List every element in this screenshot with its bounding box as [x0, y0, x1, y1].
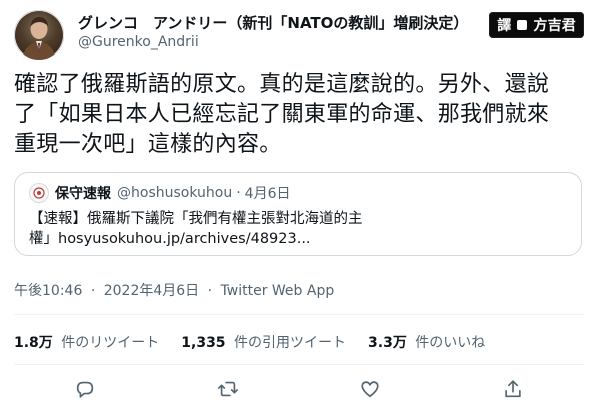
quoted-body-line: 權」hosyusokuhou.jp/archives/48923...: [29, 231, 311, 247]
like-button[interactable]: [353, 372, 387, 406]
retweet-icon: [217, 381, 238, 397]
tweet-time[interactable]: 午後10:46: [14, 283, 82, 299]
avatar-portrait-icon: [22, 17, 56, 60]
retweet-count[interactable]: 1.8万 件のリツイート: [14, 332, 159, 352]
divider: [14, 314, 584, 315]
tweet-text-line: 了「如果日本人已經忘記了關東軍的命運、那我們就來: [14, 102, 550, 127]
meta-separator: ·: [90, 283, 96, 299]
tweet-date[interactable]: 2022年4月6日: [104, 283, 199, 299]
quoted-avatar: [29, 183, 49, 203]
quote-count[interactable]: 1,335 件の引用ツイート: [181, 332, 346, 352]
tweet-text-line: 確認了俄羅斯語的原文。真的是這麼說的。另外、還說: [14, 72, 550, 97]
author-handle[interactable]: @Gurenko_Andrii: [78, 34, 199, 50]
share-button[interactable]: [496, 372, 530, 406]
reply-icon: [77, 381, 94, 398]
watermark-right: 方吉君: [533, 18, 576, 34]
retweet-button[interactable]: [211, 372, 245, 406]
quoted-handle[interactable]: @hoshusokuhou: [117, 185, 232, 201]
divider: [14, 364, 584, 365]
quoted-body-line: 【速報】俄羅斯下議院「我們有權主張對北海道的主: [29, 211, 363, 227]
tweet-actions: [14, 372, 584, 406]
retweet-count-number: 1.8万: [14, 335, 53, 351]
share-icon: [505, 380, 521, 398]
watermark-dot: [517, 20, 528, 30]
tweet-card: グレンコ アンドリー（新刊「NATOの教訓」増刷決定） @Gurenko_And…: [0, 0, 598, 416]
tweet-stats: 1.8万 件のリツイート 1,335 件の引用ツイート 3.3万 件のいいね: [14, 332, 584, 352]
tweet-source[interactable]: Twitter Web App: [221, 283, 335, 299]
quoted-body: 【速報】俄羅斯下議院「我們有權主張對北海道的主 權」hosyusokuhou.j…: [29, 209, 567, 249]
author-avatar[interactable]: [14, 10, 64, 60]
quoted-tweet[interactable]: 保守速報 @hoshusokuhou · 4月6日 【速報】俄羅斯下議院「我們有…: [14, 172, 582, 256]
quoted-avatar-icon: [33, 187, 45, 199]
watermark-left: 譯: [497, 18, 512, 34]
author-display-name[interactable]: グレンコ アンドリー（新刊「NATOの教訓」増刷決定）: [78, 12, 468, 33]
tweet-text: 確認了俄羅斯語的原文。真的是這麼說的。另外、還說 了「如果日本人已經忘記了關東軍…: [14, 70, 584, 160]
tweet-meta: 午後10:46 · 2022年4月6日 · Twitter Web App: [14, 280, 334, 300]
retweet-count-label: 件のリツイート: [61, 335, 160, 351]
like-count-label: 件のいいね: [415, 335, 486, 351]
like-count[interactable]: 3.3万 件のいいね: [368, 332, 485, 352]
quoted-date[interactable]: 4月6日: [245, 183, 291, 203]
tweet-header: グレンコ アンドリー（新刊「NATOの教訓」増刷決定） @Gurenko_And…: [14, 10, 584, 66]
meta-separator: ·: [207, 283, 213, 299]
like-icon: [361, 381, 379, 398]
author-name-line[interactable]: グレンコ アンドリー（新刊「NATOの教訓」増刷決定）: [78, 12, 483, 33]
tweet-text-line: 重現一次吧」這樣的內容。: [14, 132, 282, 157]
reply-button[interactable]: [68, 372, 102, 406]
watermark-badge: 譯 方吉君: [489, 12, 584, 38]
like-count-number: 3.3万: [368, 335, 407, 351]
quoted-name[interactable]: 保守速報: [55, 183, 111, 203]
quoted-separator: ·: [236, 185, 241, 201]
quote-count-label: 件の引用ツイート: [234, 335, 347, 351]
quote-count-number: 1,335: [181, 335, 226, 351]
quoted-tweet-header: 保守速報 @hoshusokuhou · 4月6日: [29, 183, 567, 203]
